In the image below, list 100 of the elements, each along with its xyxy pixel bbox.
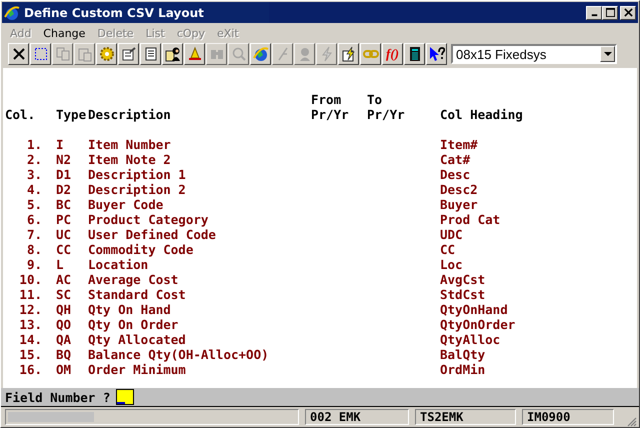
paste-icon <box>76 46 92 62</box>
copy-icon <box>54 46 70 62</box>
type-code: SC <box>55 287 72 302</box>
type-code: BQ <box>55 347 72 362</box>
row-number: 4. <box>26 182 42 197</box>
description-cell-text: Standard Cost <box>88 287 187 302</box>
description-cell-text: Product Category <box>88 212 210 227</box>
row-number: 8. <box>26 242 42 257</box>
heading-cell-text: QtyOnHand <box>440 302 509 317</box>
heading-cell-text: Desc <box>440 167 472 182</box>
font-dropdown[interactable]: 08x15 Fixedsys <box>451 44 617 64</box>
toolbar-button[interactable] <box>8 43 29 65</box>
type-code: BC <box>55 197 72 212</box>
type-code: OM <box>55 362 72 377</box>
document-icon <box>142 46 158 62</box>
column-header: Type <box>56 107 86 122</box>
globe-icon <box>252 46 268 62</box>
heading-cell-text: Buyer <box>440 197 479 212</box>
maximize-button[interactable] <box>602 6 618 20</box>
description-cell-text: Buyer Code <box>88 197 164 212</box>
type-code: N2 <box>55 152 72 167</box>
description-cell-text: Commodity Code <box>88 242 194 257</box>
heading-cell-text: OrdMin <box>440 362 486 377</box>
heading-cell-text: CC <box>440 242 456 257</box>
toolbar-button[interactable] <box>404 43 425 65</box>
heading-cell-text: QtyAlloc <box>440 332 502 347</box>
globe-icon <box>4 4 20 20</box>
menu-item[interactable]: Change <box>37 26 92 40</box>
type-code: D2 <box>55 182 72 197</box>
heading-cell-text: Item# <box>440 137 479 152</box>
row-number: 3. <box>26 167 42 182</box>
column-header: Col. <box>5 107 36 122</box>
toolbar-button[interactable] <box>184 43 205 65</box>
heading-cell-text: Loc <box>440 257 464 272</box>
type-code: L <box>55 257 65 272</box>
row-number: 13. <box>18 317 42 332</box>
column-header: From <box>311 92 342 107</box>
row-number: 11. <box>18 287 42 302</box>
type-code: I <box>55 137 65 152</box>
status-text: 002 EMK <box>310 410 361 424</box>
row-number: 9. <box>26 257 42 272</box>
status-text: IM0900 <box>527 410 570 424</box>
toolbar-button[interactable] <box>360 43 381 65</box>
description-cell-text: Location <box>88 257 150 272</box>
row-number: 12. <box>18 302 42 317</box>
heading-cell-text: Desc2 <box>440 182 479 197</box>
description-cell-text: Order Minimum <box>88 362 187 377</box>
prompt-label: Field Number ? <box>5 390 110 404</box>
row-number: 10. <box>18 272 42 287</box>
search-icon <box>230 46 246 62</box>
window-title: Define Custom CSV Layout <box>24 6 205 20</box>
toolbar-button[interactable] <box>338 43 359 65</box>
heading-cell-text: StdCst <box>440 287 486 302</box>
column-header: To <box>367 92 382 107</box>
row-number: 1. <box>26 137 42 152</box>
close-button[interactable] <box>620 6 636 20</box>
type-code: UC <box>55 227 72 242</box>
input-field[interactable] <box>116 389 134 405</box>
toolbar-button[interactable] <box>140 43 161 65</box>
column-header: Col Heading <box>440 107 523 122</box>
person-document-icon <box>164 46 180 62</box>
description-cell-text: Description 2 <box>88 182 187 197</box>
description-cell-text: Qty On Hand <box>88 302 172 317</box>
heading-cell-text: Prod Cat <box>440 212 502 227</box>
type-code: AC <box>55 272 72 287</box>
description-cell-text: Description 1 <box>88 167 187 182</box>
toolbar-button[interactable] <box>118 43 139 65</box>
column-header: Description <box>88 107 171 122</box>
type-code: QO <box>55 317 72 332</box>
description-cell-text: Average Cost <box>88 272 180 287</box>
minimize-button[interactable] <box>586 6 602 20</box>
toolbar-button[interactable] <box>30 43 51 65</box>
row-number: 5. <box>26 197 42 212</box>
help-pointer-icon <box>428 46 444 62</box>
status-text: TS2EMK <box>420 410 464 424</box>
heading-cell-text: AvgCst <box>440 272 486 287</box>
type-code: QA <box>55 332 72 347</box>
toolbar-button[interactable] <box>426 43 447 65</box>
description-cell-text: Qty On Order <box>88 317 180 332</box>
form-icon <box>120 46 136 62</box>
toolbar-button[interactable] <box>162 43 183 65</box>
close-icon <box>10 46 26 62</box>
resize-grip-icon <box>625 415 637 427</box>
row-number: 15. <box>18 347 42 362</box>
gear-icon <box>98 46 114 62</box>
type-code: D1 <box>55 167 72 182</box>
dropdown-arrow-icon <box>604 52 612 56</box>
description-cell-text: Qty Allocated <box>88 332 187 347</box>
description-cell-text: Item Note 2 <box>88 152 172 167</box>
heading-cell-text: UDC <box>440 227 464 242</box>
column-header: Pr/Yr <box>311 107 349 122</box>
heading-cell-text: QtyOnOrder <box>440 317 516 332</box>
selection-icon <box>32 46 48 62</box>
toolbar-button[interactable] <box>96 43 117 65</box>
toolbar-button[interactable] <box>250 43 271 65</box>
column-header: Pr/Yr <box>367 107 405 122</box>
row-number: 2. <box>26 152 42 167</box>
description-cell-text: User Defined Code <box>88 227 217 242</box>
function-button[interactable]: f() <box>382 43 403 65</box>
description-cell-text: Item Number <box>88 137 172 152</box>
